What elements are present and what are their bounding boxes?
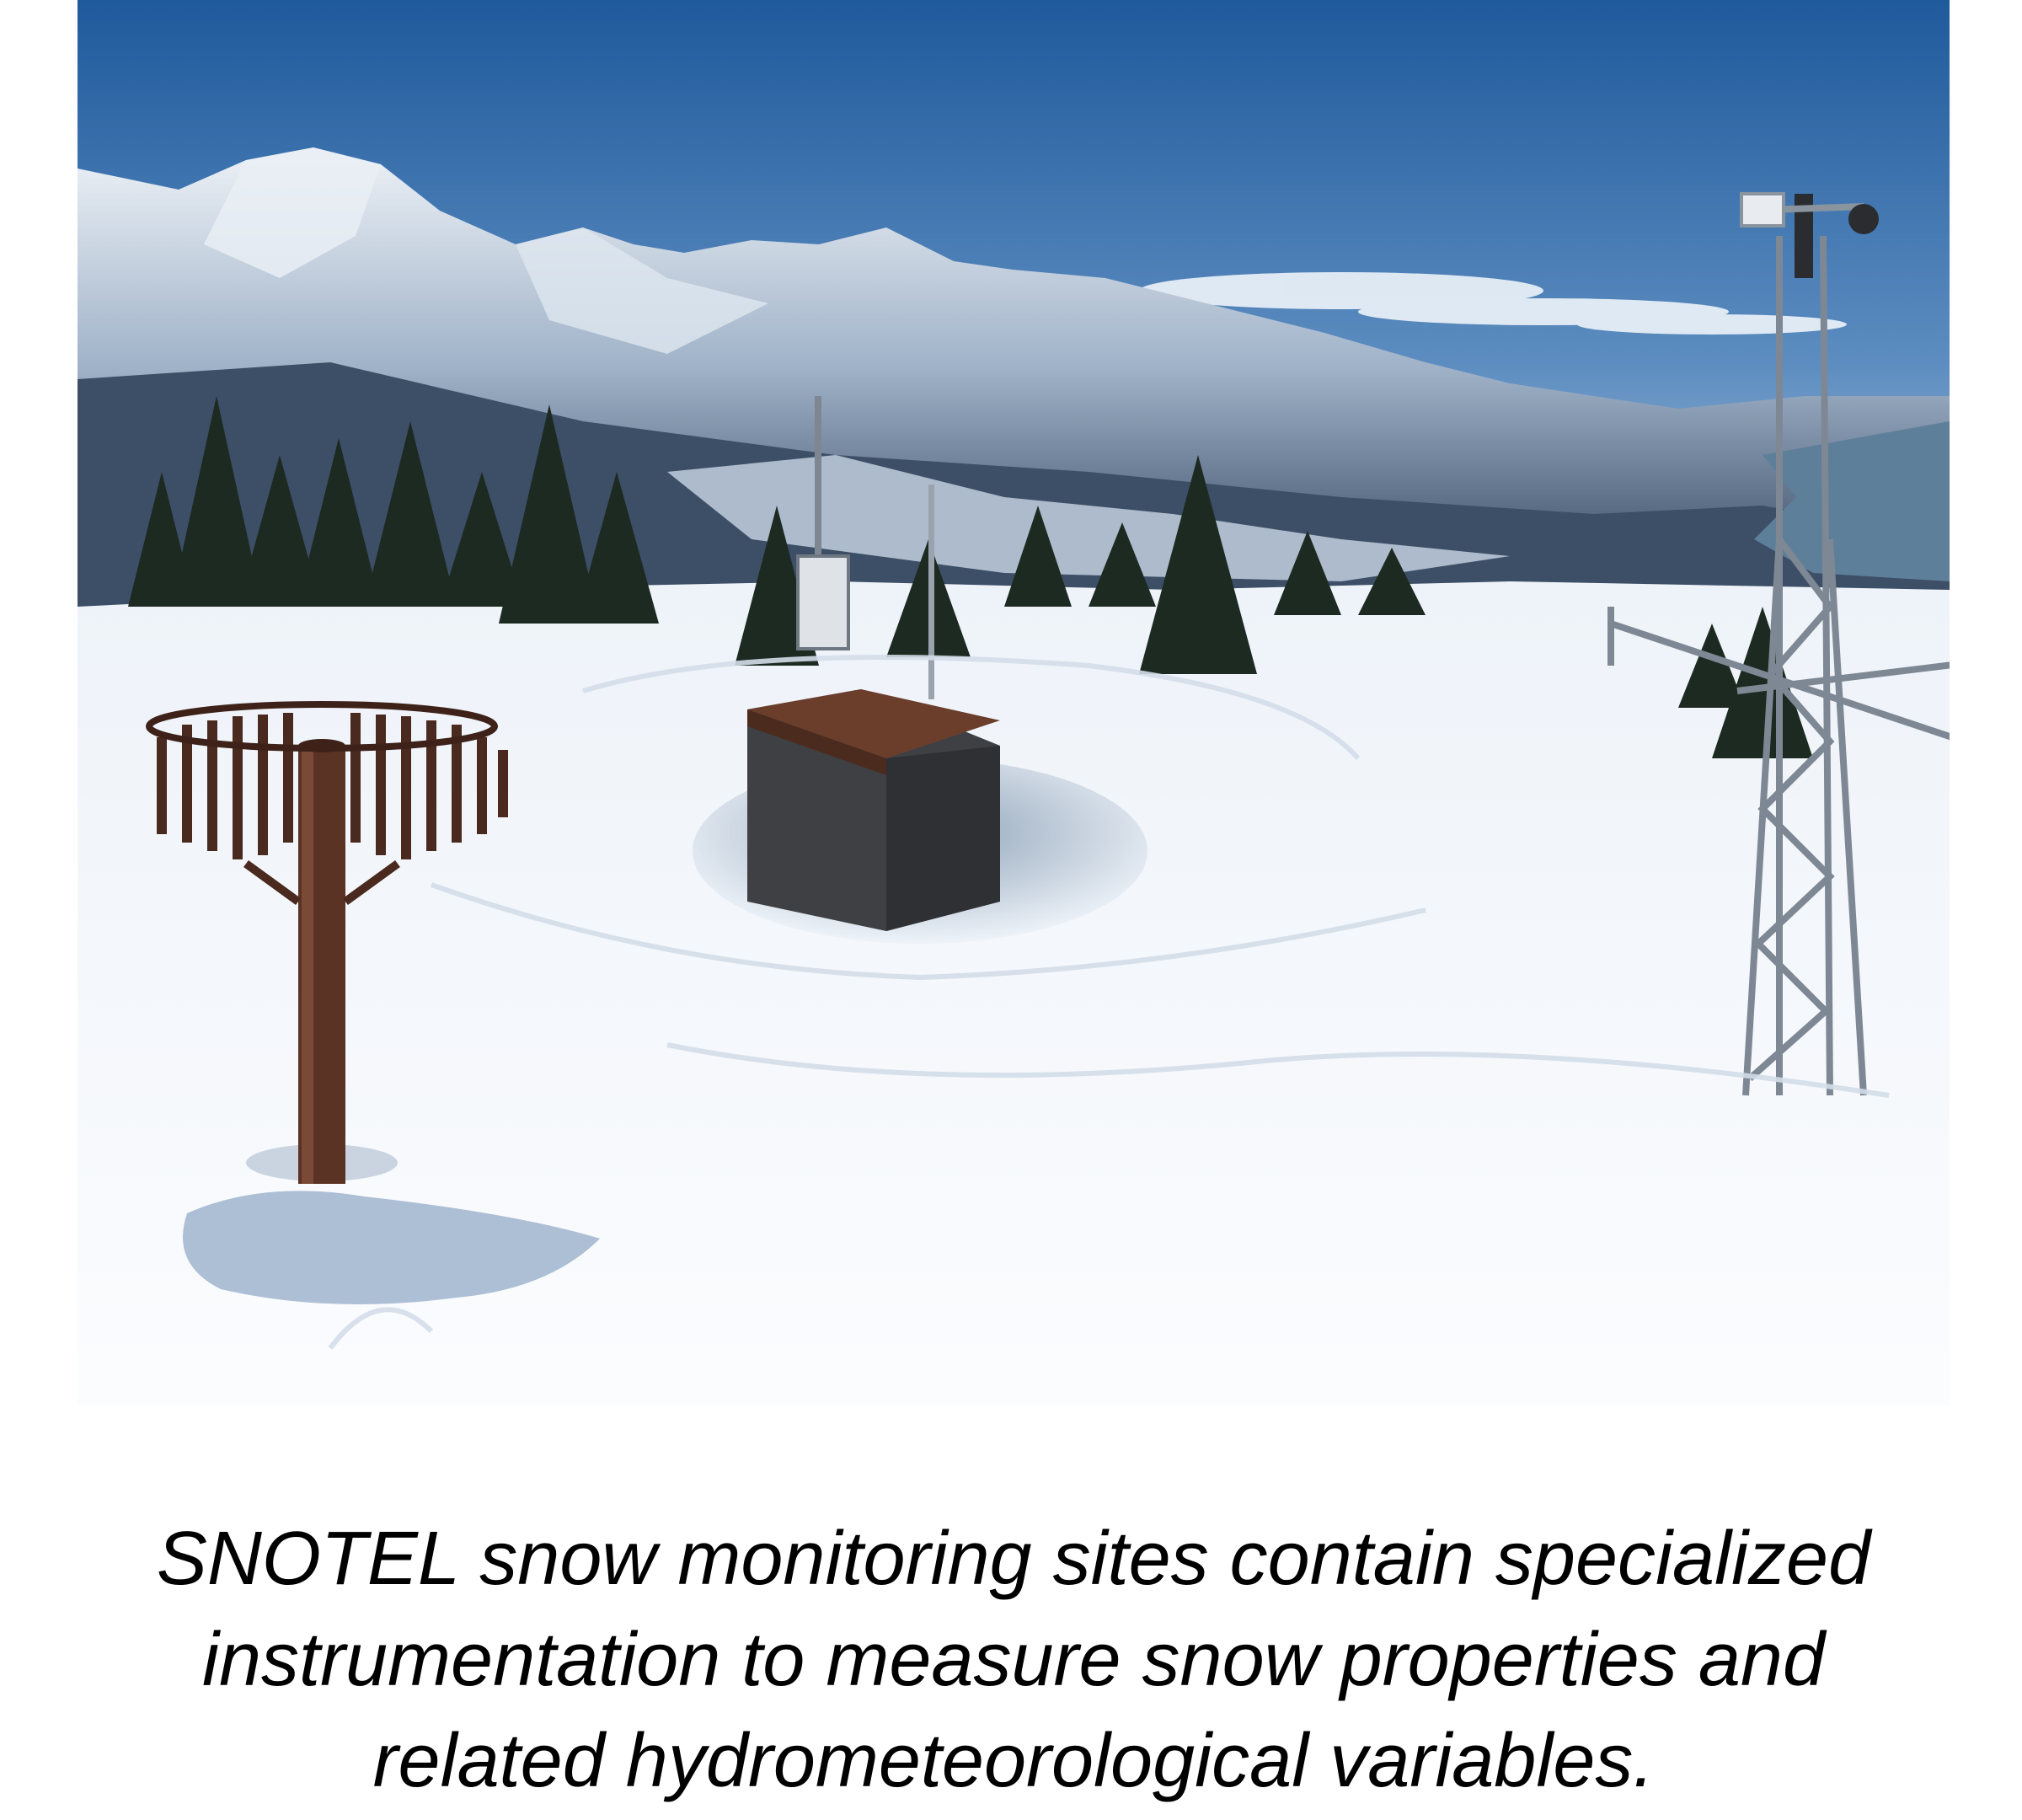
caption-line: SNOTEL snow monitoring sites contain spe… — [156, 1517, 1871, 1601]
instrument-shelter — [747, 689, 1000, 931]
caption-line: instrumentation to measure snow properti… — [201, 1618, 1826, 1702]
snotel-site-photo — [78, 0, 1950, 1405]
caption-line: related hydrometeorological variables. — [372, 1719, 1655, 1803]
figure-caption: SNOTEL snow monitoring sites contain spe… — [78, 1508, 1950, 1812]
